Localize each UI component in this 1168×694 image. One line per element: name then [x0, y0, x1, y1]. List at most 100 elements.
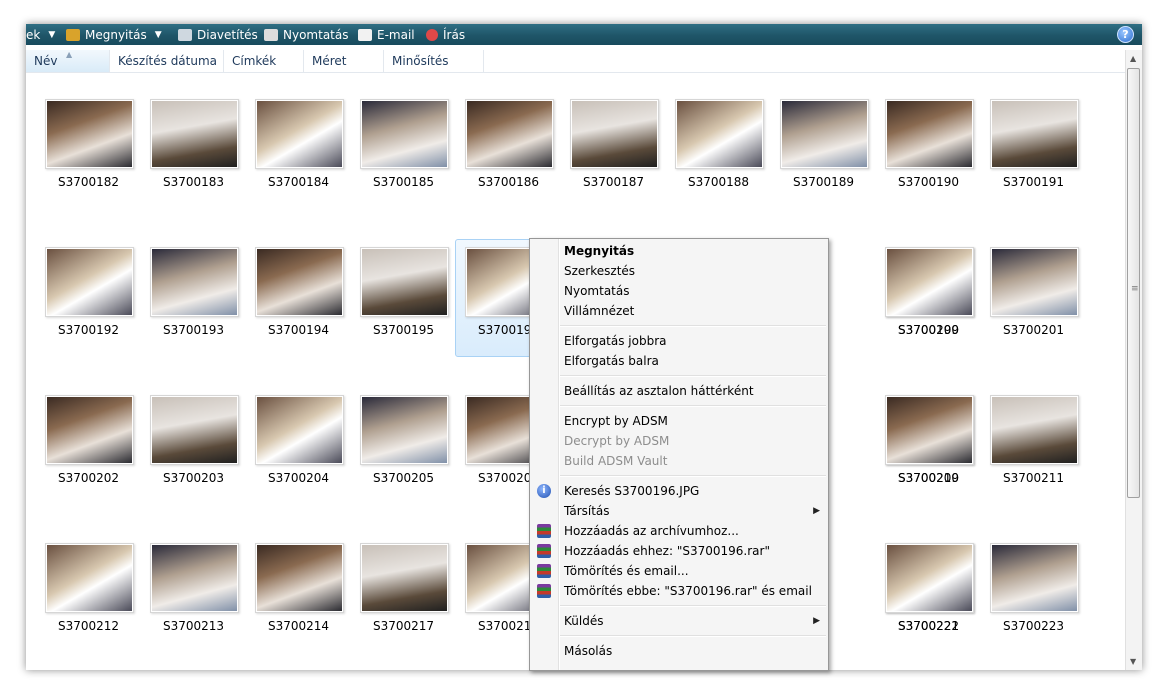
thumbnail-item[interactable]: S3700202	[36, 395, 141, 513]
info-icon: i	[537, 484, 551, 498]
chevron-down-icon[interactable]: ▼	[48, 30, 55, 40]
open-button[interactable]: Megnyitás ▼	[66, 26, 162, 43]
thumbnail-item[interactable]: S3700183	[141, 99, 246, 217]
column-date-taken[interactable]: Készítés dátuma	[110, 50, 224, 72]
thumbnail-image[interactable]	[360, 543, 449, 613]
menu-item-label: Másolás	[564, 644, 613, 658]
thumbnail-item[interactable]: S3700191	[981, 99, 1086, 217]
menu-item[interactable]: Társítás ▶	[530, 501, 828, 521]
menu-item[interactable]: Encrypt by ADSM	[530, 411, 828, 431]
thumbnail-item[interactable]: S3700200	[876, 247, 981, 365]
menu-item[interactable]: Küldés ▶	[530, 611, 828, 631]
thumbnail-image[interactable]	[990, 395, 1079, 465]
thumbnail-item[interactable]: S3700186	[456, 99, 561, 217]
thumbnail-image[interactable]	[45, 543, 134, 613]
thumbnail-item[interactable]: S3700195	[351, 247, 456, 365]
thumbnail-image[interactable]	[255, 395, 344, 465]
slideshow-button[interactable]: Diavetítés	[178, 26, 258, 43]
column-rating[interactable]: Minősítés	[384, 50, 484, 72]
menu-item[interactable]: Villámnézet	[530, 301, 828, 321]
menu-item[interactable]: Elforgatás balra	[530, 351, 828, 371]
menu-item[interactable]: Elforgatás jobbra	[530, 331, 828, 351]
thumbnail-item[interactable]: S3700188	[666, 99, 771, 217]
thumbnail-item[interactable]: S3700187	[561, 99, 666, 217]
thumbnail-item[interactable]: S3700205	[351, 395, 456, 513]
menu-item[interactable]: Szerkesztés	[530, 261, 828, 281]
thumbnail-image[interactable]	[150, 543, 239, 613]
thumbnail-image[interactable]	[885, 543, 974, 613]
thumbnail-image[interactable]	[150, 247, 239, 317]
thumbnail-image[interactable]	[885, 395, 974, 465]
thumbnail-item[interactable]: S3700223	[981, 543, 1086, 661]
thumbnail-item[interactable]: S3700214	[246, 543, 351, 661]
thumbnail-item[interactable]: S3700203	[141, 395, 246, 513]
thumbnail-item[interactable]: S3700210	[876, 395, 981, 513]
email-button[interactable]: E-mail	[358, 26, 415, 43]
photo-preview	[362, 101, 447, 167]
thumbnail-image[interactable]	[360, 395, 449, 465]
thumbnail-image[interactable]	[45, 395, 134, 465]
thumbnail-item[interactable]: S3700222	[876, 543, 981, 661]
thumbnail-image[interactable]	[570, 99, 659, 169]
help-icon[interactable]: ?	[1117, 26, 1134, 43]
menu-item-label: Decrypt by ADSM	[564, 434, 670, 448]
column-name[interactable]: ▲ Név	[26, 50, 110, 72]
column-size-label: Méret	[312, 54, 347, 68]
menu-item-label: Villámnézet	[564, 304, 635, 318]
thumbnail-image[interactable]	[990, 99, 1079, 169]
thumbnail-image[interactable]	[465, 99, 554, 169]
thumbnail-item[interactable]: S3700193	[141, 247, 246, 365]
thumbnail-image[interactable]	[675, 99, 764, 169]
menu-item[interactable]: Tömörítés ebbe: "S3700196.rar" és email	[530, 581, 828, 601]
menu-item[interactable]: i Keresés S3700196.JPG	[530, 481, 828, 501]
menu-item[interactable]: Megnyitás	[530, 241, 828, 261]
thumbnail-image[interactable]	[45, 247, 134, 317]
thumbnail-item[interactable]: S3700194	[246, 247, 351, 365]
thumbnail-item[interactable]: S3700182	[36, 99, 141, 217]
thumbnail-image[interactable]	[885, 99, 974, 169]
scroll-down-icon[interactable]: ▼	[1130, 657, 1136, 666]
scroll-up-icon[interactable]: ▲	[1130, 54, 1136, 63]
thumbnail-image[interactable]	[990, 543, 1079, 613]
column-tags[interactable]: Címkék	[224, 50, 304, 72]
menu-item[interactable]: Másolás	[530, 641, 828, 661]
menu-item[interactable]: Hozzáadás az archívumhoz...	[530, 521, 828, 541]
thumbnail-image[interactable]	[150, 99, 239, 169]
thumbnail-item[interactable]: S3700211	[981, 395, 1086, 513]
menu-item[interactable]: Tömörítés és email...	[530, 561, 828, 581]
thumbnail-image[interactable]	[360, 99, 449, 169]
thumbnail-image[interactable]	[45, 99, 134, 169]
thumbnail-image[interactable]	[150, 395, 239, 465]
sort-ascending-icon: ▲	[66, 50, 73, 59]
thumbnail-image[interactable]	[990, 247, 1079, 317]
thumbnail-item[interactable]: S3700190	[876, 99, 981, 217]
column-size[interactable]: Méret	[304, 50, 384, 72]
print-button[interactable]: Nyomtatás	[264, 26, 348, 43]
thumbnail-image[interactable]	[255, 543, 344, 613]
thumbnail-item[interactable]: S3700192	[36, 247, 141, 365]
thumbnail-item[interactable]: S3700184	[246, 99, 351, 217]
thumbnail-item[interactable]: S3700217	[351, 543, 456, 661]
menu-item[interactable]: Beállítás az asztalon háttérként	[530, 381, 828, 401]
thumbnail-image[interactable]	[255, 99, 344, 169]
photo-preview	[992, 545, 1077, 611]
thumbnail-item[interactable]: S3700212	[36, 543, 141, 661]
thumbnail-item[interactable]: S3700201	[981, 247, 1086, 365]
thumbnail-item[interactable]: S3700185	[351, 99, 456, 217]
thumbnail-item[interactable]: S3700204	[246, 395, 351, 513]
thumbnail-item[interactable]: S3700213	[141, 543, 246, 661]
toolbar-partial-item[interactable]: ek ▼	[26, 26, 55, 43]
photo-preview	[362, 397, 447, 463]
thumbnail-item[interactable]: S3700189	[771, 99, 876, 217]
chevron-down-icon[interactable]: ▼	[155, 30, 162, 40]
menu-item[interactable]: Nyomtatás	[530, 281, 828, 301]
thumbnail-image[interactable]	[885, 247, 974, 317]
vertical-scrollbar[interactable]: ▲ ≡ ▼	[1125, 50, 1142, 670]
thumbnail-image[interactable]	[780, 99, 869, 169]
burn-button[interactable]: Írás	[426, 26, 465, 43]
menu-item[interactable]: Hozzáadás ehhez: "S3700196.rar"	[530, 541, 828, 561]
thumbnail-image[interactable]	[360, 247, 449, 317]
scrollbar-thumb[interactable]: ≡	[1127, 68, 1140, 498]
thumbnail-image[interactable]	[255, 247, 344, 317]
thumbnail-caption: S3700200	[897, 323, 960, 337]
